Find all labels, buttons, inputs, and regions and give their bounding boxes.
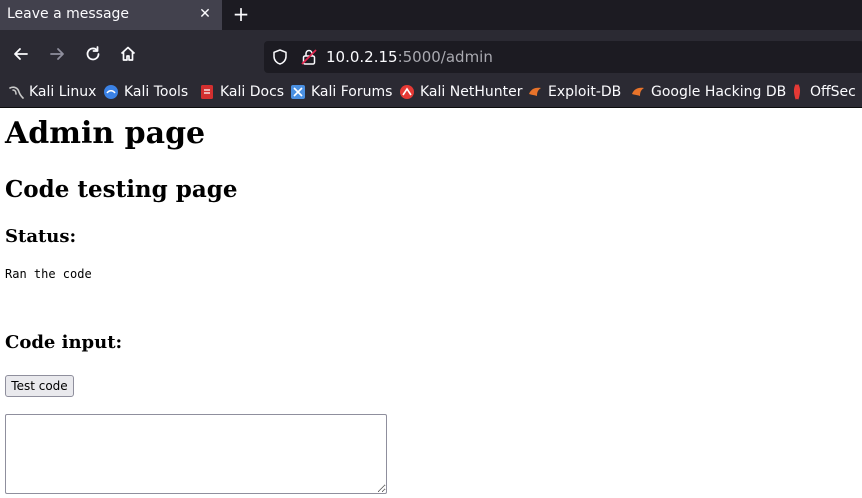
bookmark-kali-linux[interactable]: Kali Linux	[8, 78, 96, 106]
kali-tools-icon	[104, 85, 118, 99]
new-tab-button[interactable]: +	[231, 4, 251, 24]
bookmark-kali-forums[interactable]: Kali Forums	[290, 78, 392, 106]
page-subtitle: Code testing page	[5, 176, 238, 203]
bookmark-kali-tools[interactable]: Kali Tools	[103, 78, 188, 106]
page-title: Admin page	[5, 116, 206, 151]
bookmarks-toolbar: Kali Linux Kali Tools Kali Docs Kali For…	[0, 78, 862, 108]
bookmark-offsec[interactable]: OffSec	[789, 78, 856, 106]
bookmark-label: Kali Linux	[29, 84, 97, 100]
code-input-heading: Code input:	[5, 332, 123, 353]
home-icon[interactable]	[118, 44, 138, 64]
bookmark-google-hacking-db[interactable]: Google Hacking DB	[630, 78, 786, 106]
arrow-right-icon[interactable]	[47, 44, 67, 64]
url-text[interactable]: 10.0.2.15:5000/admin	[326, 48, 493, 66]
arrow-left-icon[interactable]	[11, 44, 31, 64]
page-content: Admin page Code testing page Status: Ran…	[0, 108, 862, 498]
bookmark-label: Google Hacking DB	[651, 84, 787, 100]
tab-title: Leave a message	[7, 6, 130, 22]
bookmark-label: Exploit-DB	[548, 84, 622, 100]
test-code-button[interactable]: Test code	[5, 375, 74, 397]
shield-icon[interactable]	[271, 48, 289, 70]
navigation-toolbar: 10.0.2.15:5000/admin	[0, 30, 862, 78]
bookmark-kali-nethunter[interactable]: Kali NetHunter	[399, 78, 522, 106]
status-heading: Status:	[5, 226, 77, 247]
url-host: 10.0.2.15	[326, 48, 398, 66]
bookmark-label: Kali Tools	[124, 84, 189, 100]
active-tab[interactable]: Leave a message ✕	[0, 0, 222, 30]
status-output: Ran the code	[5, 267, 92, 281]
bookmark-label: OffSec	[810, 84, 856, 100]
kali-forums-icon	[291, 85, 305, 99]
offsec-icon	[794, 84, 800, 100]
ghdb-icon	[632, 87, 644, 96]
bookmark-kali-docs[interactable]: Kali Docs	[199, 78, 284, 106]
bookmark-label: Kali Docs	[220, 84, 285, 100]
url-path: :5000/admin	[397, 48, 493, 66]
bookmark-label: Kali Forums	[311, 84, 393, 100]
reload-icon[interactable]	[83, 44, 103, 64]
address-bar[interactable]: 10.0.2.15:5000/admin	[264, 41, 862, 73]
exploit-db-icon	[529, 87, 541, 96]
tab-strip: Leave a message ✕ +	[0, 0, 862, 30]
kali-nethunter-icon	[400, 85, 414, 99]
code-input-field[interactable]	[5, 414, 387, 494]
insecure-lock-icon[interactable]	[300, 48, 318, 70]
bookmark-exploit-db[interactable]: Exploit-DB	[527, 78, 621, 106]
kali-dragon-icon	[9, 86, 24, 99]
bookmark-label: Kali NetHunter	[420, 84, 523, 100]
kali-docs-icon	[201, 85, 213, 99]
close-tab-icon[interactable]: ✕	[196, 5, 214, 23]
